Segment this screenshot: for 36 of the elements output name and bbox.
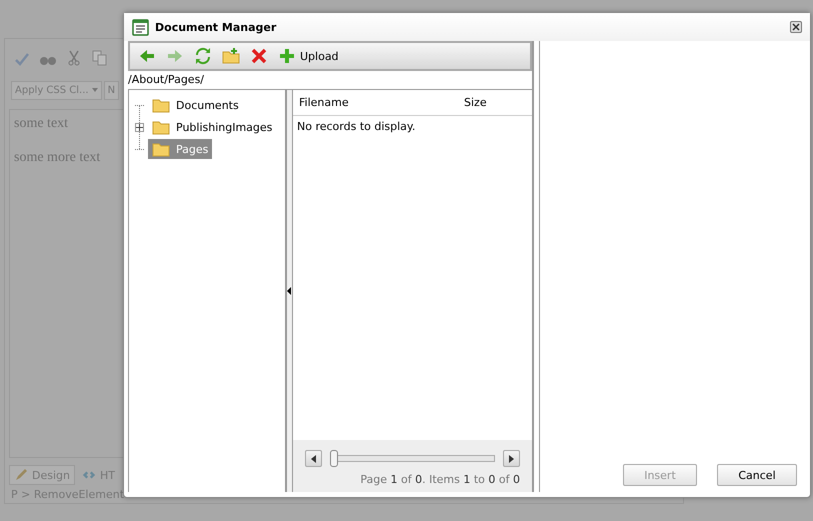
window-title: Document Manager xyxy=(155,20,278,34)
back-arrow-icon xyxy=(138,47,156,65)
new-folder-icon xyxy=(222,47,240,65)
empty-message: No records to display. xyxy=(296,119,416,135)
page-slider[interactable] xyxy=(330,450,495,467)
refresh-icon xyxy=(194,47,212,65)
folder-icon xyxy=(152,119,170,135)
close-button[interactable] xyxy=(790,21,802,33)
copy-icon[interactable] xyxy=(91,50,109,66)
tree-item[interactable]: Pages xyxy=(148,139,212,159)
right-arrow-icon xyxy=(509,454,514,462)
cancel-button[interactable]: Cancel xyxy=(717,464,797,486)
plus-icon xyxy=(278,47,296,65)
path-text: /About/Pages/ xyxy=(128,71,532,90)
folder-icon xyxy=(152,97,170,113)
window-icon xyxy=(132,18,149,36)
pager-info: Page 1 of 0. Items 1 to 0 of 0 xyxy=(360,473,520,486)
scroll-right-button[interactable] xyxy=(503,450,520,467)
upload-button[interactable]: Upload xyxy=(276,45,341,67)
column-header[interactable]: Filename xyxy=(299,96,464,109)
column-header[interactable]: Size xyxy=(464,96,526,109)
pencil-icon xyxy=(14,468,28,482)
delete-icon xyxy=(250,47,268,65)
collapse-arrow-icon[interactable] xyxy=(287,287,291,295)
tree-item[interactable]: PublishingImages xyxy=(148,117,276,137)
forward-arrow-icon xyxy=(166,47,184,65)
slider-thumb[interactable] xyxy=(330,450,338,467)
folder-icon xyxy=(152,141,170,157)
code-icon xyxy=(82,469,96,481)
scroll-left-button[interactable] xyxy=(305,450,322,467)
paragraph: some more text xyxy=(14,150,100,166)
left-arrow-icon xyxy=(311,454,316,462)
caret-icon xyxy=(92,88,98,92)
tree-item[interactable]: Documents xyxy=(148,95,243,115)
paragraph: some text xyxy=(14,116,68,132)
expand-icon[interactable] xyxy=(135,122,144,132)
